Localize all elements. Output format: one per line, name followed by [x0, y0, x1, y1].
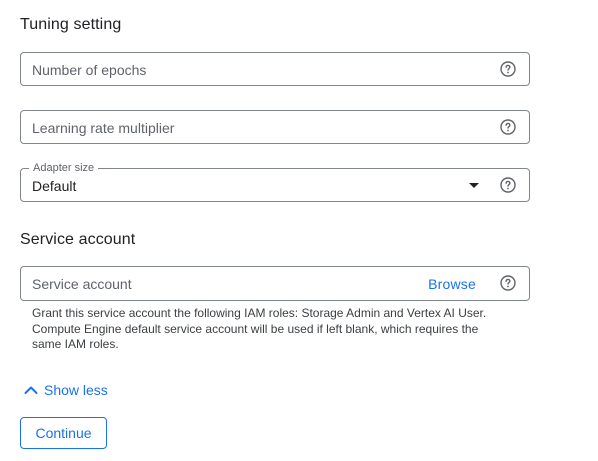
help-circle-icon[interactable] — [500, 61, 516, 77]
service-account-heading: Service account — [20, 231, 136, 248]
adapter-size-select[interactable]: Adapter size Default — [20, 162, 530, 202]
service-account-placeholder: Service account — [32, 276, 132, 292]
caret-down-icon[interactable] — [469, 183, 479, 188]
adapter-size-value: Default — [32, 178, 77, 194]
learning-rate-field[interactable]: Learning rate multiplier — [20, 110, 530, 144]
epochs-placeholder: Number of epochs — [32, 62, 147, 78]
adapter-size-label: Adapter size — [29, 162, 99, 174]
continue-button[interactable]: Continue — [20, 417, 107, 449]
help-circle-icon[interactable] — [500, 177, 516, 193]
show-less-label: Show less — [44, 382, 108, 398]
help-circle-icon[interactable] — [500, 119, 516, 135]
service-account-hint: Grant this service account the following… — [32, 306, 487, 350]
learning-rate-placeholder: Learning rate multiplier — [32, 120, 175, 136]
chevron-up-icon — [24, 386, 38, 394]
help-circle-icon[interactable] — [500, 275, 516, 291]
tuning-setting-heading: Tuning setting — [20, 16, 122, 33]
epochs-field[interactable]: Number of epochs — [20, 52, 530, 86]
service-account-field[interactable]: Service account Browse — [20, 266, 530, 301]
browse-button[interactable]: Browse — [428, 276, 476, 292]
show-less-button[interactable]: Show less — [24, 382, 108, 398]
tuning-form: Tuning setting Number of epochs Learning… — [0, 0, 598, 461]
